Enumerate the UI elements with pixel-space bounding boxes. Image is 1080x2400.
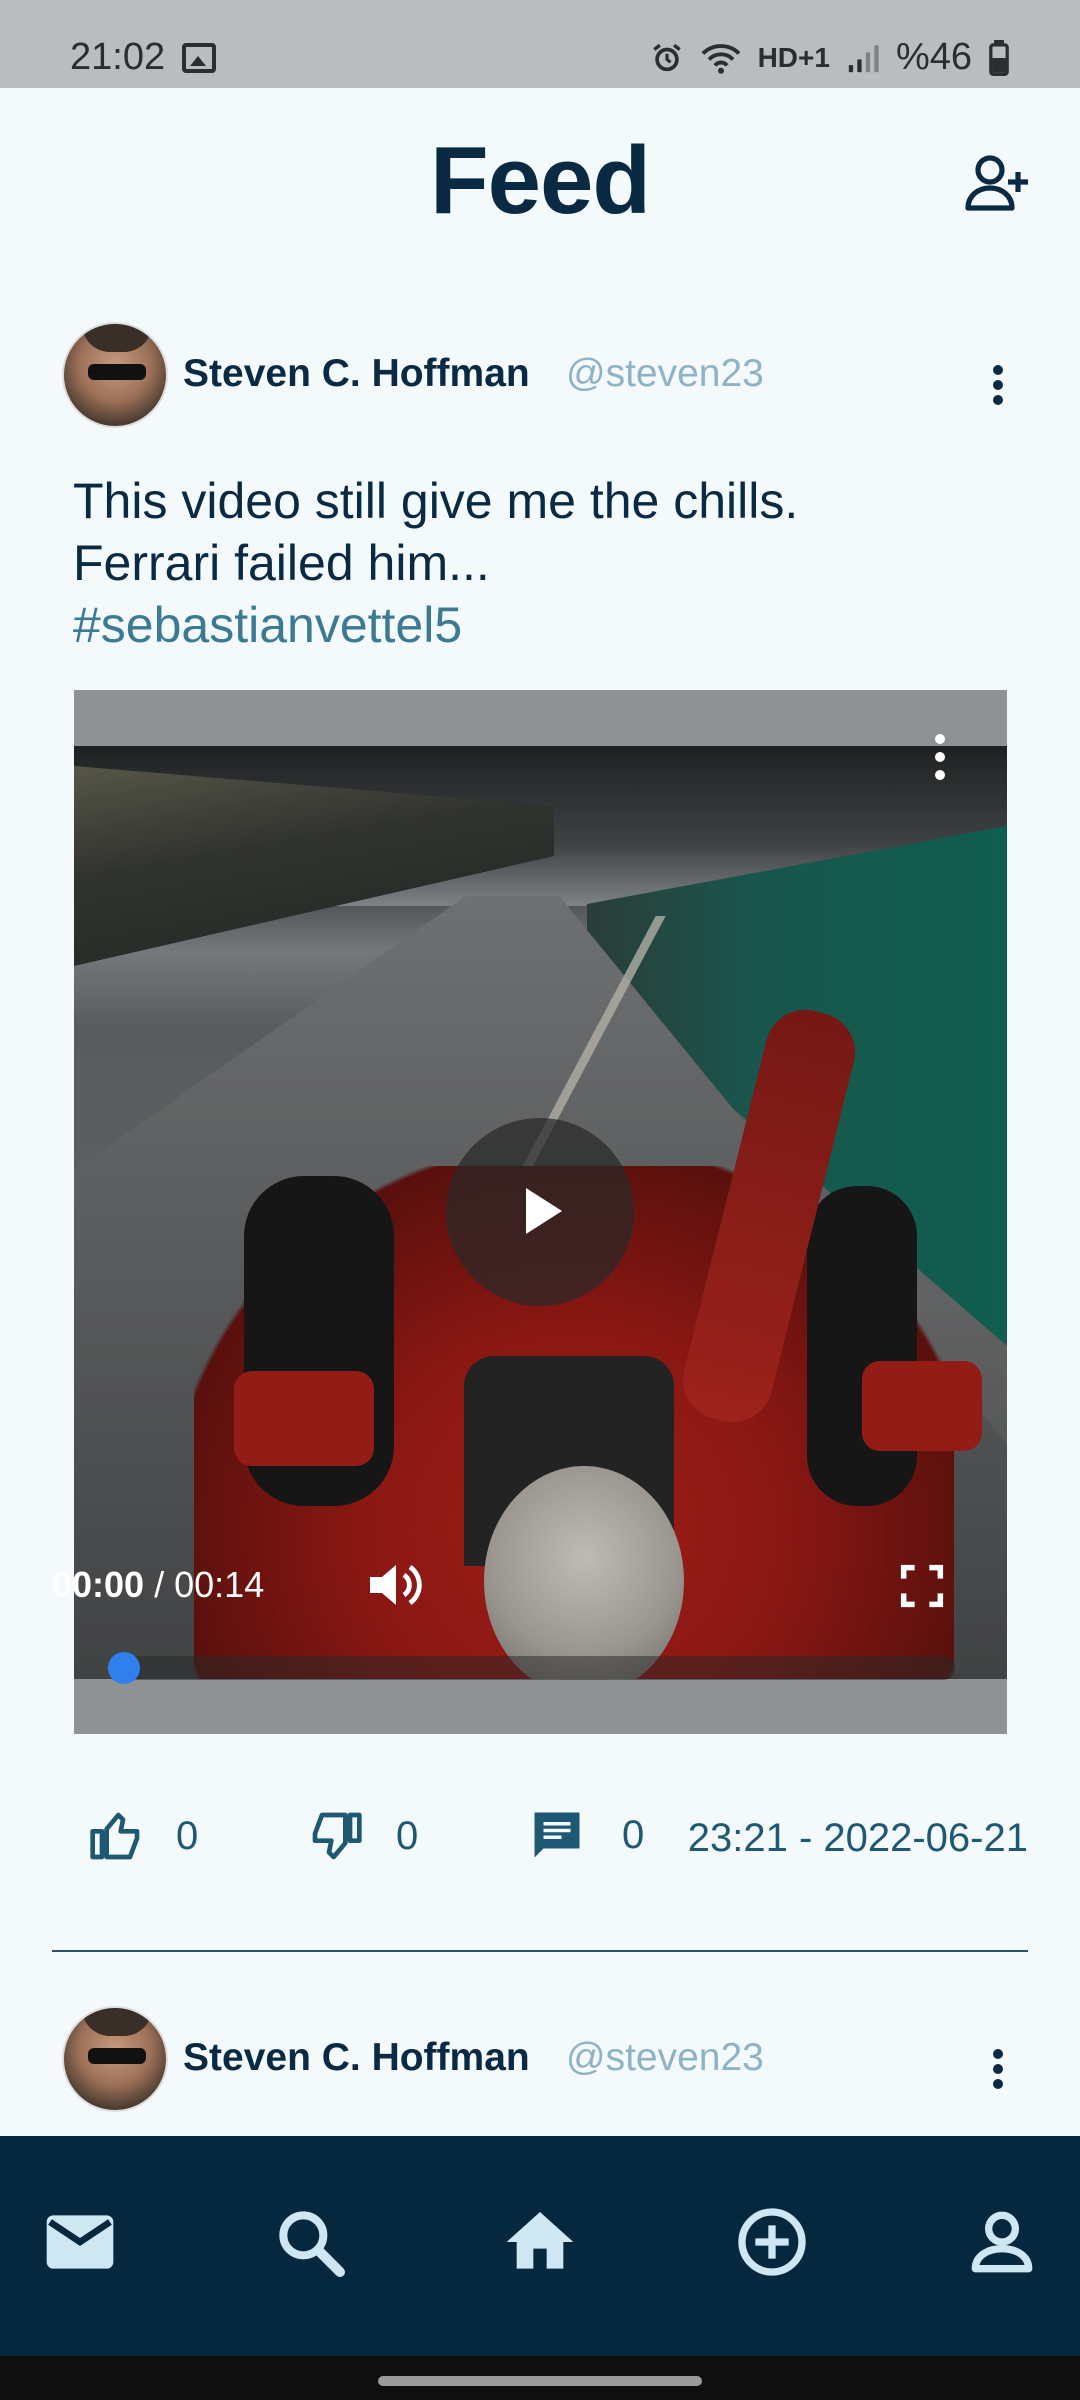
post-text-line: This video still give me the chills.: [73, 473, 799, 529]
hashtag-link[interactable]: #sebastianvettel5: [73, 594, 993, 656]
post-text: This video still give me the chills. Fer…: [73, 470, 993, 656]
search-icon[interactable]: [270, 2202, 350, 2282]
like-count: 0: [176, 1813, 199, 1858]
volume-icon[interactable]: [366, 1558, 422, 1612]
like-button[interactable]: 0: [88, 1808, 198, 1864]
profile-icon[interactable]: [962, 2202, 1042, 2282]
play-button[interactable]: [446, 1118, 634, 1306]
post-card: Steven C. Hoffman @steven23: [0, 1960, 1080, 2136]
author-handle[interactable]: @steven23: [566, 2036, 764, 2080]
post-timestamp: 23:21 - 2022-06-21: [687, 1816, 1028, 1860]
thumb-down-icon: [312, 1812, 362, 1860]
home-icon[interactable]: [500, 2202, 580, 2282]
fullscreen-icon[interactable]: [900, 1564, 944, 1608]
comment-icon: [534, 1812, 580, 1858]
post-actions: 0 0 0 23:21 - 2022-06-21: [0, 1800, 1080, 1890]
video-progress-knob[interactable]: [108, 1652, 140, 1684]
home-indicator[interactable]: [378, 2376, 702, 2386]
dislike-count: 0: [396, 1813, 419, 1858]
dislike-button[interactable]: 0: [308, 1808, 418, 1864]
author-name[interactable]: Steven C. Hoffman: [183, 352, 530, 396]
video-current-time: 00:00: [52, 1564, 145, 1605]
avatar[interactable]: [62, 2006, 168, 2112]
post-more-options-icon[interactable]: [978, 355, 1018, 415]
video-more-options-icon[interactable]: [928, 730, 952, 784]
mail-icon[interactable]: [40, 2202, 120, 2282]
video-time: 00:00 / 00:14: [52, 1564, 264, 1606]
post-card: Steven C. Hoffman @steven23 This video s…: [0, 0, 1080, 1960]
avatar[interactable]: [62, 322, 168, 428]
post-more-options-icon[interactable]: [978, 2039, 1018, 2099]
thumb-up-icon: [90, 1812, 140, 1860]
comment-count: 0: [622, 1812, 645, 1857]
bottom-navigation: [0, 2136, 1080, 2356]
post-divider: [52, 1950, 1028, 1952]
video-time-separator: /: [154, 1564, 165, 1605]
add-circle-icon[interactable]: [732, 2202, 812, 2282]
video-duration: 00:14: [174, 1564, 265, 1605]
video-progress-bar[interactable]: [110, 1656, 955, 1680]
post-text-line: Ferrari failed him...: [73, 535, 490, 591]
comment-button[interactable]: 0: [530, 1808, 644, 1862]
author-handle[interactable]: @steven23: [566, 352, 764, 396]
author-name[interactable]: Steven C. Hoffman: [183, 2036, 530, 2080]
